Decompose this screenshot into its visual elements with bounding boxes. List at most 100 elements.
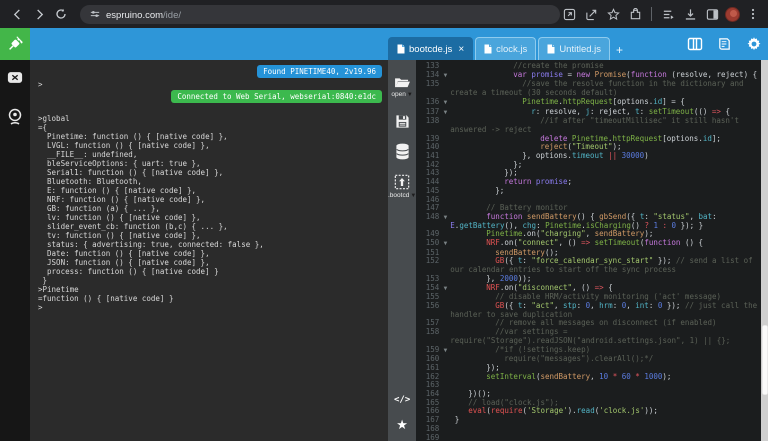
code-line[interactable]: 156 GB({ t: "act", stp: 0, hrm: 0, int: 0… <box>416 300 768 319</box>
plug-icon <box>9 36 23 50</box>
save-file-icon[interactable] <box>395 114 410 129</box>
code-line[interactable]: 150 ▼ NRF.on("connect", () => setTimeout(f… <box>416 238 768 249</box>
profile-avatar[interactable] <box>725 6 740 22</box>
terminal-line: Serial1: function () { [native code] }, <box>38 168 224 177</box>
tab-label: Untitled.js <box>559 43 602 55</box>
terminal-line: >Pinetime <box>38 285 79 294</box>
terminal-line: =function () { [native code] } <box>38 294 174 303</box>
line-number: 135 <box>425 79 440 89</box>
reading-list-icon[interactable] <box>659 5 677 23</box>
clear-terminal-icon[interactable] <box>6 68 24 86</box>
scrollbar-thumb[interactable] <box>761 325 768 395</box>
storage-icon[interactable] <box>395 143 410 160</box>
chevron-down-icon: ▼ <box>406 91 413 98</box>
side-panel-icon[interactable] <box>703 5 721 23</box>
connected-badge: Connected to Web Serial, webserial:0840:… <box>171 90 382 103</box>
new-tab-button[interactable]: + <box>612 43 628 60</box>
device-found-badge: Found PINETIME40, 2v19.96 <box>257 65 382 78</box>
code-line[interactable]: 138//if after "timeoutMillisec" it still… <box>416 116 768 134</box>
line-number: 169 <box>425 432 440 441</box>
terminal-line: lv: function () { [native code] }, <box>38 213 201 222</box>
favorites-star-icon[interactable]: ★ <box>396 418 408 431</box>
bookmark-star-icon[interactable] <box>604 5 622 23</box>
file-icon <box>397 44 405 54</box>
terminal-line: Pinetime: function () { [native code] }, <box>38 132 228 141</box>
line-number: 148 ▼ <box>425 211 448 221</box>
code-line[interactable]: 145}; <box>416 186 768 196</box>
code-line[interactable]: 157// remove all messages on disconnect … <box>416 319 768 328</box>
code-line[interactable]: 162 setInterval(sendBattery, 10 * 60 * 10… <box>416 372 768 382</box>
open-file-icon[interactable] <box>394 76 411 89</box>
file-icon <box>484 44 492 54</box>
flash-destination-dropdown[interactable]: .bootcd ▼ <box>388 192 416 199</box>
address-bar[interactable]: espruino.com/ide/ <box>80 4 560 24</box>
toolbar-separator <box>651 7 652 21</box>
code-line[interactable]: 160 require("messages").clearAll();*/ <box>416 354 768 364</box>
file-icon <box>547 44 555 54</box>
share-icon[interactable] <box>582 5 600 23</box>
webcam-icon[interactable] <box>6 108 24 126</box>
download-icon[interactable] <box>681 5 699 23</box>
terminal-line: Bluetooth: Bluetooth, <box>38 177 142 186</box>
terminal-line: __FILE__: undefined, <box>38 150 138 159</box>
reload-icon[interactable] <box>52 4 70 24</box>
site-info-icon[interactable] <box>90 9 100 19</box>
code-line[interactable]: 144 return promise; <box>416 177 768 187</box>
editor-tab[interactable]: Untitled.js <box>538 37 611 60</box>
terminal-line: GB: function (a) { ... }, <box>38 204 160 213</box>
terminal-line: E: function () { [native code] }, <box>38 186 197 195</box>
browser-menu-kebab-icon[interactable] <box>744 5 762 23</box>
terminal-line: JSON: function () { [native code] }, <box>38 258 210 267</box>
code-line[interactable]: 167} <box>416 415 768 425</box>
back-icon[interactable] <box>8 4 26 24</box>
split-view-icon[interactable] <box>687 36 703 52</box>
terminal-line: >global <box>38 114 70 123</box>
terminal-line: NRF: function () { [native code] }, <box>38 195 206 204</box>
code-line[interactable]: 166 eval(require('Storage').read('clock.j… <box>416 407 768 416</box>
terminal-line: status: { advertising: true, connected: … <box>38 240 264 249</box>
terminal-line: } <box>38 276 48 285</box>
code-line[interactable]: 148 ▼ function sendBattery() { gbSend({ t:… <box>416 211 768 230</box>
open-in-new-icon[interactable] <box>560 5 578 23</box>
code-line[interactable]: 135//save the resolve function in the di… <box>416 80 768 97</box>
open-dropdown[interactable]: open ▼ <box>391 91 412 98</box>
code-line[interactable]: 168 <box>416 424 768 434</box>
forward-icon[interactable] <box>30 4 48 24</box>
terminal-line: LVGL: function () { [native code] }, <box>38 141 210 150</box>
connect-button[interactable] <box>0 28 30 60</box>
code-line[interactable]: 142}; <box>416 160 768 170</box>
terminal-line: Date: function () { [native code] }, <box>38 249 210 258</box>
terminal-line: > <box>38 80 43 89</box>
line-number: 138 <box>425 116 440 126</box>
ide-header: bootcde.js × clock.js Untitled.js + <box>0 28 768 60</box>
repl-terminal[interactable]: Found PINETIME40, 2v19.96 > Connected to W… <box>30 60 388 441</box>
tutorials-book-icon[interactable] <box>717 36 732 52</box>
line-number: 156 <box>425 300 440 310</box>
code-line[interactable]: 158//var settings = require("Storage").r… <box>416 327 768 345</box>
code-line[interactable]: 169 <box>416 432 768 441</box>
url-path: /ide/ <box>163 10 181 21</box>
editor-tab[interactable]: clock.js <box>475 37 537 60</box>
terminal-line: ={ <box>38 123 48 132</box>
editor-scrollbar[interactable] <box>761 60 768 441</box>
extensions-icon[interactable] <box>626 5 644 23</box>
upload-to-device-icon[interactable] <box>394 174 410 190</box>
editor-tab-bar: bootcde.js × clock.js Untitled.js + <box>388 37 628 60</box>
code-line[interactable]: 146 <box>416 195 768 205</box>
editor-tab[interactable]: bootcde.js × <box>388 37 474 60</box>
browser-toolbar: espruino.com/ide/ <box>0 0 768 28</box>
code-line[interactable]: 141}, options.timeout || 30000) <box>416 151 768 161</box>
url-host: espruino.com <box>106 10 164 21</box>
terminal-line: slider_event_cb: function (b,c) { ... }, <box>38 222 228 231</box>
settings-gear-icon[interactable] <box>746 36 762 52</box>
ide-toolbar: open ▼ .bootcd ▼ </> ★ <box>388 60 417 441</box>
terminal-line: > <box>38 303 43 312</box>
code-line[interactable]: 152 GB({ t: "force_calendar_sync_start" }… <box>416 257 768 274</box>
tab-label: bootcde.js <box>409 43 453 55</box>
code-editor[interactable]: 133//create the promise 134 ▼ var promise =… <box>416 60 768 441</box>
code-editor-icon[interactable]: </> <box>394 395 410 405</box>
code-line[interactable]: 143}); <box>416 169 768 178</box>
tab-close-icon[interactable]: × <box>458 44 464 55</box>
terminal-line: bleServiceOptions: { uart: true }, <box>38 159 201 168</box>
